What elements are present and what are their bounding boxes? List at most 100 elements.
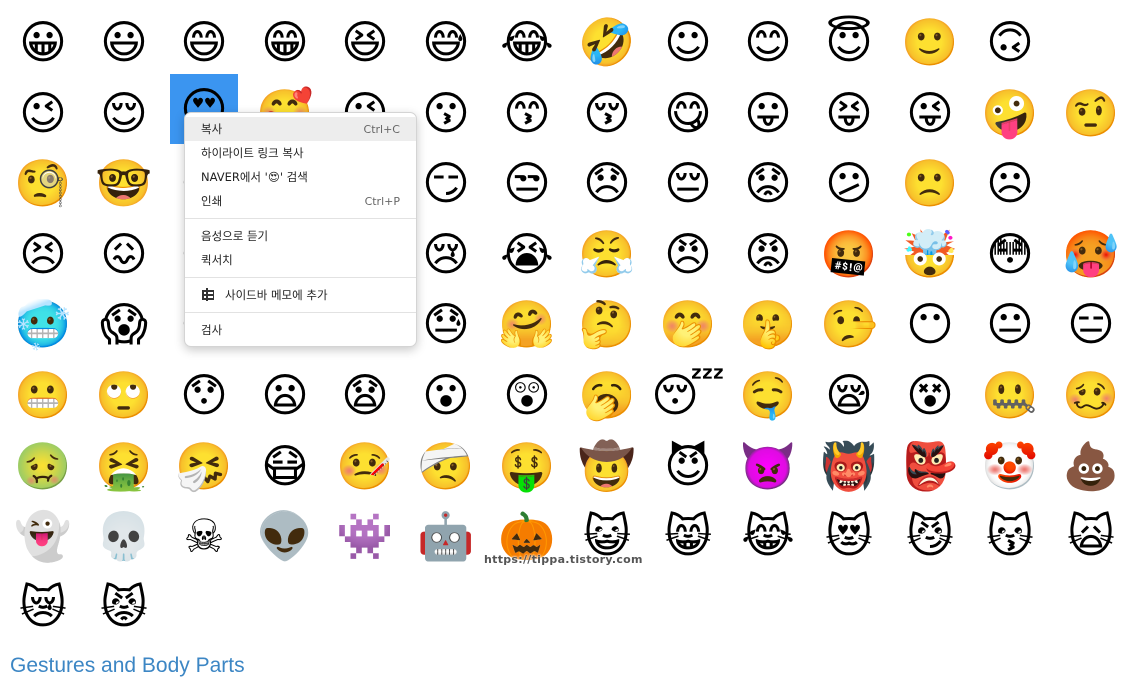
emoji-cell[interactable]: 😱 (95, 295, 153, 353)
emoji-cell[interactable]: 🤥 (820, 295, 878, 353)
menu-item-search-naver[interactable]: NAVER에서 '😍' 검색 (185, 165, 416, 189)
emoji-cell[interactable]: 💀 (95, 507, 153, 565)
emoji-cell[interactable]: 😋 (659, 84, 717, 142)
emoji-cell[interactable]: 😡 (739, 225, 797, 283)
emoji-cell[interactable]: 🥴 (1062, 366, 1120, 424)
emoji-cell[interactable]: 😉 (14, 84, 72, 142)
emoji-cell[interactable]: 🤤 (739, 366, 797, 424)
emoji-cell[interactable]: 😟 (739, 154, 797, 212)
emoji-cell[interactable]: 😾 (95, 578, 153, 636)
menu-item-quick-search[interactable]: 퀵서치 (185, 248, 416, 272)
emoji-cell[interactable]: 😓 (417, 295, 475, 353)
emoji-cell[interactable]: 🤢 (14, 437, 72, 495)
emoji-cell[interactable]: 🤪 (981, 84, 1039, 142)
emoji-cell[interactable]: 🤔 (578, 295, 636, 353)
emoji-cell[interactable]: 😤 (578, 225, 636, 283)
emoji-cell[interactable]: 👽 (256, 507, 314, 565)
emoji-cell[interactable]: ☺ (659, 13, 717, 71)
emoji-cell[interactable]: ☠ (175, 507, 233, 565)
emoji-cell[interactable]: 😽 (981, 507, 1039, 565)
emoji-cell[interactable]: 😅 (417, 13, 475, 71)
emoji-cell[interactable]: 🤗 (498, 295, 556, 353)
emoji-cell[interactable]: 😏 (417, 154, 475, 212)
emoji-cell[interactable]: 👾 (336, 507, 394, 565)
emoji-cell[interactable]: 🙂 (901, 13, 959, 71)
emoji-cell[interactable]: 😚 (578, 84, 636, 142)
emoji-cell[interactable]: 😬 (14, 366, 72, 424)
emoji-cell[interactable]: 😼 (901, 507, 959, 565)
emoji-cell[interactable]: 😝 (820, 84, 878, 142)
emoji-cell[interactable]: 😁 (256, 13, 314, 71)
emoji-cell[interactable]: 🙃 (981, 13, 1039, 71)
emoji-cell[interactable]: 😣 (14, 225, 72, 283)
emoji-cell[interactable]: 😜 (901, 84, 959, 142)
emoji-cell[interactable]: 😦 (256, 366, 314, 424)
emoji-cell[interactable]: 🤐 (981, 366, 1039, 424)
emoji-cell[interactable]: 😈 (659, 437, 717, 495)
emoji-cell[interactable]: 😸 (659, 507, 717, 565)
emoji-cell[interactable]: 😌 (95, 84, 153, 142)
emoji-cell[interactable]: 😶 (901, 295, 959, 353)
emoji-cell[interactable]: 🙁 (901, 154, 959, 212)
emoji-cell[interactable]: 🤖 (417, 507, 475, 565)
emoji-cell[interactable]: 🥵 (1062, 225, 1120, 283)
emoji-cell[interactable]: 😐 (981, 295, 1039, 353)
emoji-cell[interactable]: 🤮 (95, 437, 153, 495)
emoji-cell[interactable]: 😆 (336, 13, 394, 71)
menu-item-read-aloud[interactable]: 음성으로 듣기 (185, 224, 416, 248)
menu-item-add-sidebar-memo[interactable]: 사이드바 메모에 추가 (185, 283, 416, 307)
emoji-cell[interactable]: 😗 (417, 84, 475, 142)
emoji-cell[interactable]: 🤯 (901, 225, 959, 283)
emoji-cell[interactable]: 🤫 (739, 295, 797, 353)
emoji-cell[interactable]: 😷 (256, 437, 314, 495)
emoji-cell[interactable]: 🤑 (498, 437, 556, 495)
emoji-cell[interactable]: 😙 (498, 84, 556, 142)
emoji-cell[interactable]: 😞 (578, 154, 636, 212)
emoji-cell[interactable]: 😑 (1062, 295, 1120, 353)
emoji-cell[interactable]: 😖 (95, 225, 153, 283)
emoji-cell[interactable]: 🧐 (14, 154, 72, 212)
emoji-cell[interactable]: 🙄 (95, 366, 153, 424)
menu-item-copy-highlight-link[interactable]: 하이라이트 링크 복사 (185, 141, 416, 165)
emoji-cell[interactable]: 🤓 (95, 154, 153, 212)
emoji-cell[interactable]: 😇 (820, 13, 878, 71)
emoji-cell[interactable]: 😔 (659, 154, 717, 212)
emoji-cell[interactable]: 😂 (498, 13, 556, 71)
emoji-cell[interactable]: 😹 (739, 507, 797, 565)
emoji-cell[interactable]: 🤬 (820, 225, 878, 283)
emoji-cell[interactable]: 🤡 (981, 437, 1039, 495)
emoji-cell[interactable]: 😊 (739, 13, 797, 71)
emoji-cell[interactable]: 😿 (14, 578, 72, 636)
emoji-cell[interactable]: 🤒 (336, 437, 394, 495)
emoji-cell[interactable]: 😃 (95, 13, 153, 71)
emoji-cell[interactable]: 😻 (820, 507, 878, 565)
emoji-cell[interactable]: 🤣 (578, 13, 636, 71)
emoji-cell[interactable]: 🤨 (1062, 84, 1120, 142)
emoji-cell[interactable]: 👹 (820, 437, 878, 495)
emoji-cell[interactable]: 😳 (981, 225, 1039, 283)
emoji-cell[interactable]: 😵 (901, 366, 959, 424)
emoji-cell[interactable]: 🥱 (578, 366, 636, 424)
emoji-cell[interactable]: 😯 (175, 366, 233, 424)
emoji-cell[interactable]: ☹ (981, 154, 1039, 212)
emoji-cell[interactable]: 🥶 (14, 295, 72, 353)
emoji-cell[interactable]: 😒 (498, 154, 556, 212)
emoji-cell[interactable]: 😠 (659, 225, 717, 283)
emoji-cell[interactable]: 😧 (336, 366, 394, 424)
emoji-cell[interactable]: 😭 (498, 225, 556, 283)
emoji-cell[interactable]: 😢 (417, 225, 475, 283)
menu-item-copy[interactable]: 복사 Ctrl+C (185, 117, 416, 141)
emoji-cell[interactable]: 😪 (820, 366, 878, 424)
emoji-cell[interactable]: 😀 (14, 13, 72, 71)
emoji-cell[interactable]: 😴 (651, 366, 725, 424)
section-heading[interactable]: Gestures and Body Parts (10, 654, 245, 678)
emoji-cell[interactable]: 👺 (901, 437, 959, 495)
emoji-cell[interactable]: 💩 (1062, 437, 1120, 495)
menu-item-print[interactable]: 인쇄 Ctrl+P (185, 189, 416, 213)
menu-item-inspect[interactable]: 검사 (185, 318, 416, 342)
emoji-cell[interactable]: 🤠 (578, 437, 636, 495)
emoji-cell[interactable]: 🤕 (417, 437, 475, 495)
emoji-cell[interactable]: 😲 (498, 366, 556, 424)
emoji-cell[interactable]: 🙀 (1062, 507, 1120, 565)
emoji-cell[interactable]: 🤧 (175, 437, 233, 495)
